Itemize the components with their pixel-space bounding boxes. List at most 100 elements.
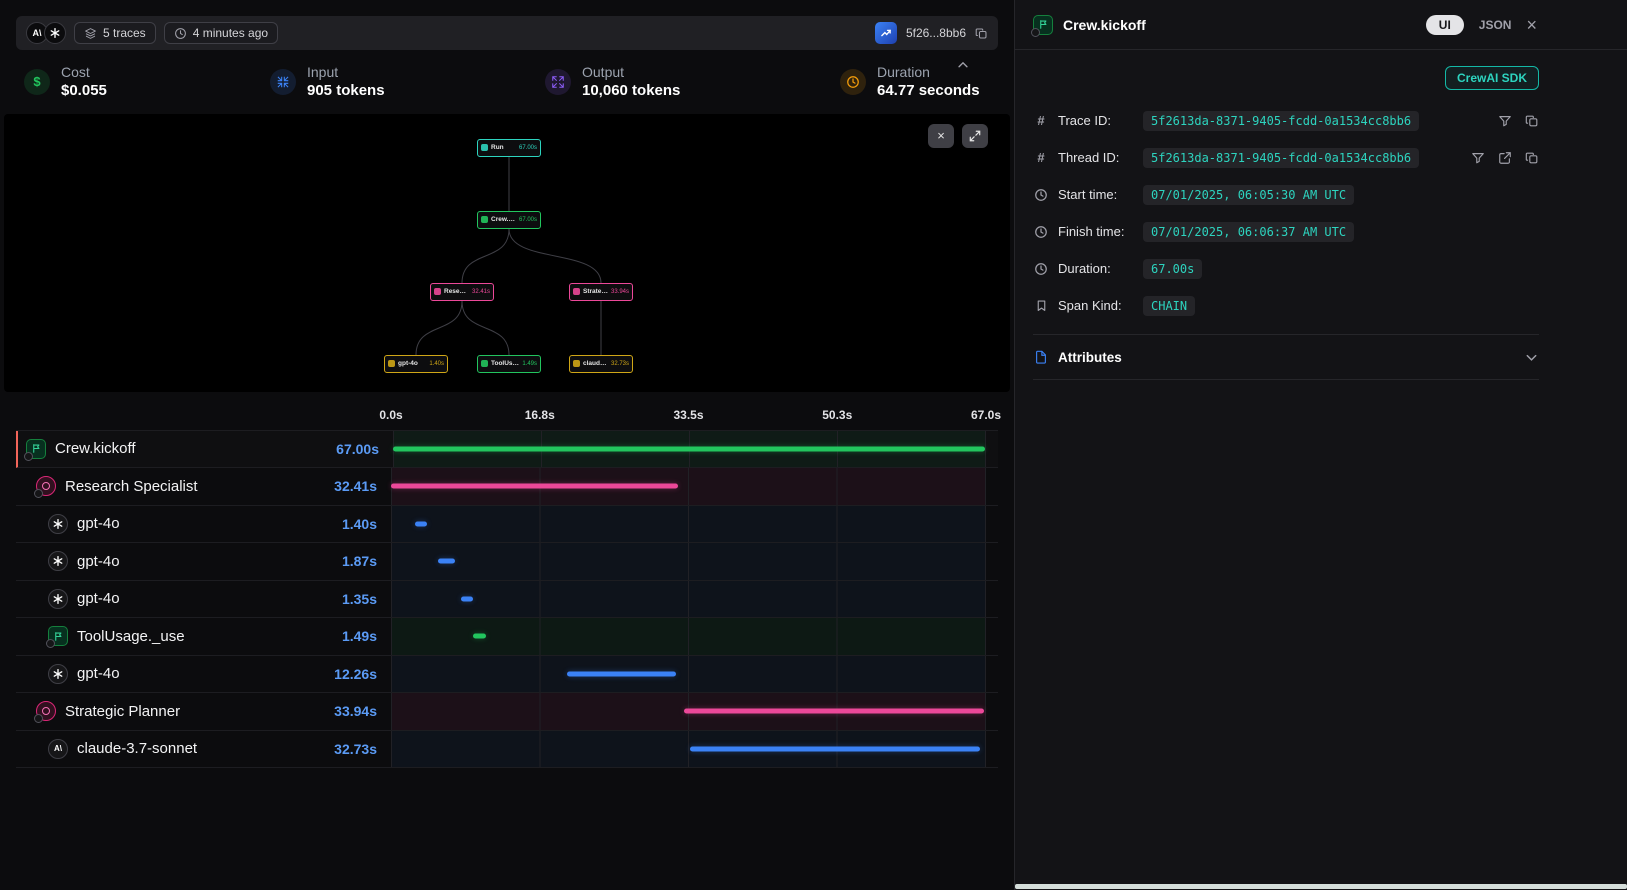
graph-node-research-specialist[interactable]: Research Specialist32.41s	[430, 283, 494, 301]
trace-overview-panel: A\ 5 traces 4 minutes ago 5f26...8bb6 $C…	[0, 0, 1014, 890]
detail-label: Thread ID:	[1058, 150, 1134, 165]
trace-short-id: 5f26...8bb6	[906, 26, 966, 40]
detail-label: Finish time:	[1058, 224, 1134, 239]
clock-icon	[1033, 225, 1049, 239]
duration-bar	[438, 559, 455, 564]
openai-icon	[48, 551, 68, 571]
node-label: claude-3.7-sonnet	[583, 360, 608, 367]
badge-icon	[34, 489, 43, 498]
duration-bar	[461, 596, 473, 601]
graph-node-toolusage-use[interactable]: ToolUsage._use1.49s	[477, 355, 541, 373]
graph-node-gpt-4o[interactable]: gpt-4o1.40s	[384, 355, 448, 373]
metric-value: 64.77 seconds	[877, 81, 980, 101]
duration-bar	[567, 671, 676, 676]
external-link-icon[interactable]	[1498, 151, 1512, 165]
waterfall-row-claude-3-7-sonnet[interactable]: A\claude-3.7-sonnet32.73s	[16, 731, 998, 769]
node-icon	[573, 288, 580, 295]
row-label: Strategic Planner	[65, 703, 180, 720]
file-icon	[1033, 350, 1049, 364]
row-track	[391, 731, 986, 768]
clock-icon	[1033, 262, 1049, 276]
detail-label: Span Kind:	[1058, 298, 1134, 313]
graph-node-crew-kickoff[interactable]: Crew.kickoff67.00s	[477, 211, 541, 229]
row-duration: 33.94s	[334, 703, 391, 719]
detail-value: 07/01/2025, 06:06:37 AM UTC	[1143, 222, 1354, 242]
output-tokens-icon	[545, 69, 571, 95]
openai-icon	[48, 664, 68, 684]
metric-output: Output10,060 tokens	[545, 63, 840, 101]
clock-icon	[1033, 188, 1049, 202]
row-label: gpt-4o	[77, 665, 120, 682]
waterfall-row-gpt-4o[interactable]: gpt-4o1.87s	[16, 543, 998, 581]
row-label: ToolUsage._use	[77, 628, 185, 645]
horizontal-scrollbar[interactable]	[1015, 884, 1627, 889]
waterfall-row-crew-kickoff[interactable]: Crew.kickoff67.00s	[16, 431, 998, 469]
app-root: A\ 5 traces 4 minutes ago 5f26...8bb6 $C…	[0, 0, 1627, 890]
attributes-section[interactable]: Attributes	[1033, 334, 1539, 380]
node-duration: 33.94s	[611, 289, 629, 295]
duration-bar	[391, 484, 678, 489]
row-label: Research Specialist	[65, 478, 198, 495]
node-duration: 1.49s	[522, 361, 537, 367]
expand-graph-button[interactable]	[962, 124, 988, 148]
hash-icon: #	[1033, 150, 1049, 165]
detail-value: 67.00s	[1143, 259, 1202, 279]
close-graph-button[interactable]: ×	[928, 124, 954, 148]
badge-icon	[34, 714, 43, 723]
graph-node-strategic-planner[interactable]: Strategic Planner33.94s	[569, 283, 633, 301]
waterfall: 0.0s16.8s33.5s50.3s67.0s Crew.kickoff67.…	[16, 406, 998, 769]
detail-value: 5f2613da-8371-9405-fcdd-0a1534cc8bb6	[1143, 148, 1419, 168]
row-duration: 1.40s	[342, 516, 391, 532]
detail-body: CrewAI SDK #Trace ID:5f2613da-8371-9405-…	[1015, 50, 1627, 380]
waterfall-row-toolusage-use[interactable]: ToolUsage._use1.49s	[16, 618, 998, 656]
copy-icon[interactable]	[1525, 114, 1539, 128]
badge-icon	[1031, 28, 1040, 37]
metric-value: 905 tokens	[307, 81, 385, 101]
collapse-metrics-button[interactable]	[956, 58, 970, 75]
bookmark-icon	[1033, 299, 1049, 312]
node-duration: 1.40s	[429, 361, 444, 367]
node-label: Research Specialist	[444, 288, 469, 295]
metric-value: $0.055	[61, 81, 107, 101]
detail-row-start-time: Start time:07/01/2025, 06:05:30 AM UTC	[1033, 176, 1539, 213]
copy-icon[interactable]	[1525, 151, 1539, 165]
close-panel-button[interactable]: ×	[1526, 16, 1537, 34]
graph-node-run[interactable]: Run67.00s	[477, 139, 541, 157]
hash-icon: #	[1033, 113, 1049, 128]
crew-icon	[26, 439, 46, 459]
graph-node-claude-3-7-sonnet[interactable]: claude-3.7-sonnet32.73s	[569, 355, 633, 373]
detail-header: Crew.kickoff UI JSON ×	[1015, 0, 1627, 50]
node-icon	[573, 360, 580, 367]
row-track	[391, 581, 986, 618]
duration-bar	[690, 746, 980, 751]
filter-icon[interactable]	[1498, 114, 1512, 128]
node-label: Run	[491, 144, 516, 151]
traces-count-badge[interactable]: 5 traces	[74, 22, 156, 44]
metrics-chart-icon[interactable]	[875, 22, 897, 44]
duration-bar	[684, 709, 985, 714]
traces-count-label: 5 traces	[103, 26, 146, 40]
detail-row-trace-id: #Trace ID:5f2613da-8371-9405-fcdd-0a1534…	[1033, 102, 1539, 139]
waterfall-row-gpt-4o[interactable]: gpt-4o1.35s	[16, 581, 998, 619]
ui-tab-button[interactable]: UI	[1426, 15, 1464, 35]
json-tab-button[interactable]: JSON	[1479, 18, 1512, 32]
waterfall-row-gpt-4o[interactable]: gpt-4o1.40s	[16, 506, 998, 544]
input-tokens-icon	[270, 69, 296, 95]
detail-label: Start time:	[1058, 187, 1134, 202]
row-label: claude-3.7-sonnet	[77, 740, 197, 757]
duration-bar	[393, 446, 985, 451]
node-label: ToolUsage._use	[491, 360, 519, 367]
axis-tick: 67.0s	[971, 408, 1001, 422]
axis-tick: 0.0s	[379, 408, 402, 422]
row-duration: 1.87s	[342, 553, 391, 569]
waterfall-row-gpt-4o[interactable]: gpt-4o12.26s	[16, 656, 998, 694]
detail-row-duration: Duration:67.00s	[1033, 250, 1539, 287]
duration-bar	[415, 521, 427, 526]
waterfall-row-research-specialist[interactable]: Research Specialist32.41s	[16, 468, 998, 506]
filter-icon[interactable]	[1471, 151, 1485, 165]
copy-trace-id-icon[interactable]	[975, 27, 988, 40]
cost-icon: $	[24, 69, 50, 95]
node-label: gpt-4o	[398, 360, 426, 367]
waterfall-row-strategic-planner[interactable]: Strategic Planner 33.94s	[16, 693, 998, 731]
openai-icon	[48, 514, 68, 534]
